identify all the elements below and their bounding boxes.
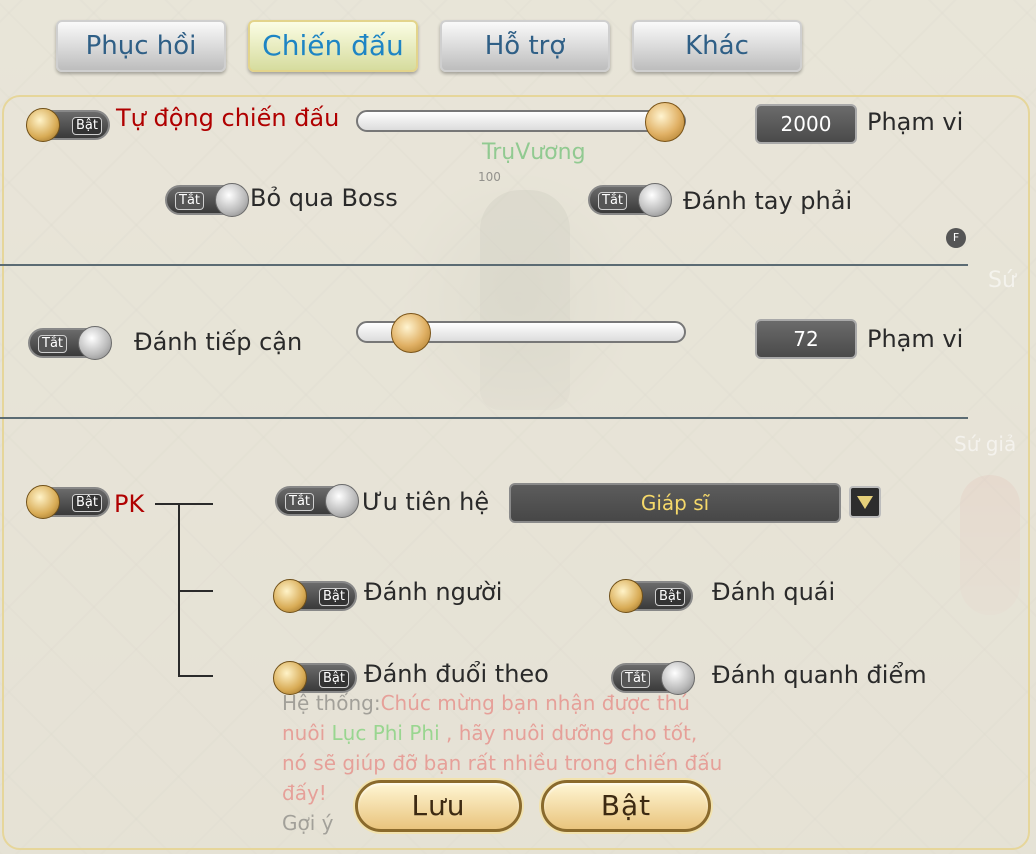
- right-hand-toggle[interactable]: Tắt: [588, 183, 672, 217]
- toggle-state-label: Bật: [655, 588, 685, 606]
- character-hp: 100: [478, 170, 501, 184]
- tab-support[interactable]: Hỗ trợ: [440, 20, 610, 72]
- auto-combat-toggle[interactable]: Bật: [26, 108, 110, 142]
- attack-around-toggle[interactable]: Tắt: [611, 661, 695, 695]
- toggle-state-label: Bật: [72, 494, 102, 512]
- toggle-knob: [26, 485, 60, 519]
- chat-line: , hãy nuôi dưỡng cho tốt,: [439, 721, 698, 745]
- tab-other[interactable]: Khác: [632, 20, 802, 72]
- npc-label: Sứ: [988, 268, 1016, 293]
- save-button[interactable]: Lưu: [355, 780, 522, 832]
- tree-connector: [178, 675, 213, 677]
- chat-line: nuôi: [282, 721, 332, 745]
- toggle-knob: [273, 579, 307, 613]
- tab-combat[interactable]: Chiến đấu: [248, 20, 418, 72]
- chevron-down-icon: [857, 496, 873, 509]
- auto-combat-range-slider[interactable]: [356, 102, 686, 142]
- toggle-knob: [273, 661, 307, 695]
- slider-handle[interactable]: [644, 102, 685, 142]
- toggle-state-label: Tắt: [285, 493, 315, 511]
- approach-toggle[interactable]: Tắt: [28, 326, 112, 360]
- attack-monster-label: Đánh quái: [712, 578, 836, 606]
- toggle-knob: [325, 484, 359, 518]
- npc-label-envoy: Sứ giả: [954, 432, 1017, 456]
- auto-combat-range-value[interactable]: 2000: [755, 104, 857, 144]
- slider-handle[interactable]: [390, 313, 431, 353]
- right-hand-label: Đánh tay phải: [683, 187, 853, 215]
- toggle-knob: [26, 108, 60, 142]
- section-divider: [0, 264, 968, 266]
- approach-range-value[interactable]: 72: [755, 319, 857, 359]
- toggle-state-label: Bật: [72, 117, 102, 135]
- pk-label: PK: [114, 490, 145, 518]
- approach-range-label: Phạm vi: [867, 325, 964, 353]
- f-key-badge: F: [946, 228, 966, 248]
- toggle-state-label: Tắt: [621, 670, 651, 688]
- auto-combat-label: Tự động chiến đấu: [116, 104, 340, 132]
- class-priority-label: Ưu tiên hệ: [362, 488, 490, 516]
- chat-line: nó sẽ giúp đỡ bạn rất nhiều trong chiến …: [282, 751, 723, 775]
- auto-combat-range-label: Phạm vi: [867, 108, 964, 136]
- section-divider: [0, 417, 968, 419]
- tree-connector: [178, 590, 213, 592]
- character-name: TrụVương: [482, 140, 586, 165]
- chat-line: Chúc mừng bạn nhận được thú: [380, 691, 690, 715]
- chase-label: Đánh đuổi theo: [364, 660, 549, 688]
- attack-around-label: Đánh quanh điểm: [712, 661, 927, 689]
- toggle-knob: [638, 183, 672, 217]
- toggle-knob: [215, 183, 249, 217]
- toggle-state-label: Tắt: [598, 192, 628, 210]
- skip-boss-toggle[interactable]: Tắt: [165, 183, 249, 217]
- dropdown-button[interactable]: [849, 486, 881, 518]
- auto-settings-panel: TrụVương 100 Sứ Sứ giả F Phục hồi Chiến …: [0, 0, 1036, 854]
- class-priority-toggle[interactable]: Tắt: [275, 484, 359, 518]
- attack-player-toggle[interactable]: Bật: [273, 579, 357, 613]
- skip-boss-label: Bỏ qua Boss: [250, 184, 398, 212]
- approach-range-slider[interactable]: [356, 313, 686, 353]
- class-priority-select[interactable]: Giáp sĩ: [509, 483, 841, 523]
- toggle-knob: [78, 326, 112, 360]
- toggle-state-label: Tắt: [175, 192, 205, 210]
- attack-player-label: Đánh người: [364, 578, 503, 606]
- chat-pet-name: Lục Phi Phi: [331, 721, 440, 745]
- enable-button[interactable]: Bật: [541, 780, 711, 832]
- toggle-state-label: Bật: [319, 588, 349, 606]
- tree-connector: [155, 503, 213, 505]
- approach-label: Đánh tiếp cận: [134, 328, 303, 356]
- toggle-state-label: Bật: [319, 670, 349, 688]
- chat-prefix: Hệ thống:: [282, 691, 381, 715]
- panel-frame: [2, 95, 1030, 850]
- chase-toggle[interactable]: Bật: [273, 661, 357, 695]
- toggle-state-label: Tắt: [38, 335, 68, 353]
- toggle-knob: [609, 579, 643, 613]
- attack-monster-toggle[interactable]: Bật: [609, 579, 693, 613]
- tab-recovery[interactable]: Phục hồi: [56, 20, 226, 72]
- toggle-knob: [661, 661, 695, 695]
- pk-toggle[interactable]: Bật: [26, 485, 110, 519]
